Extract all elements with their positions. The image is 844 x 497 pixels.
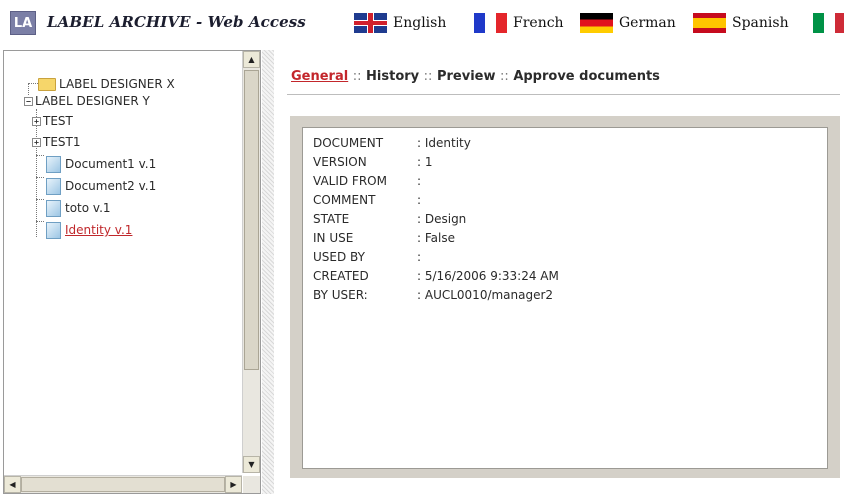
tree-node-label: Identity v.1 [65,223,133,237]
detail-row-by-user: BY USER: : AUCL0010/manager2 [313,288,553,302]
tree-node-test[interactable]: + TEST [32,112,73,130]
pane-splitter[interactable] [262,50,274,494]
detail-row-in-use: IN USE : False [313,231,455,245]
spain-flag-icon [693,13,726,33]
detail-value: : Design [417,212,467,226]
language-italian-link[interactable] [813,13,844,33]
tab-approve-documents[interactable]: Approve documents [513,69,660,84]
language-english-link[interactable]: English [354,13,446,33]
expand-icon[interactable]: + [32,116,41,126]
scrollbar-corner [243,476,260,493]
detail-value: : [417,250,422,264]
language-french-link[interactable]: French [474,13,564,33]
tabs-divider [287,94,840,95]
document-tree: LABEL DESIGNER X − LABEL DESIGNER Y + TE… [4,51,242,473]
logo-text: LA [13,15,33,31]
detail-value: : [417,174,422,188]
detail-value: : [417,193,422,207]
detail-label: DOCUMENT [313,136,384,150]
tree-node-label: TEST1 [43,135,81,149]
app-header: LA LABEL ARCHIVE - Web Access English Fr… [0,0,844,46]
language-german-link[interactable]: German [580,13,676,33]
tab-separator: :: [352,69,362,84]
tree-node-label: Document2 v.1 [65,179,157,193]
collapse-icon[interactable]: − [24,96,33,106]
detail-label: BY USER: [313,288,368,302]
scroll-thumb[interactable] [244,70,259,370]
tree-node-test1[interactable]: + TEST1 [32,133,81,151]
language-label: German [619,15,676,31]
tab-history[interactable]: History [366,69,419,84]
detail-label: VERSION [313,155,367,169]
tree-node-label: Document1 v.1 [65,157,157,171]
app-logo: LA [10,11,36,35]
uk-flag-icon [354,13,387,33]
italy-flag-icon [813,13,844,33]
language-label: French [513,15,564,31]
tree-node-label: toto v.1 [65,201,111,215]
document-icon [46,177,61,195]
app-title: LABEL ARCHIVE - Web Access [47,13,306,31]
detail-value: : AUCL0010/manager2 [417,288,554,302]
detail-label: USED BY [313,250,365,264]
tree-node-label-designer-y[interactable]: − LABEL DESIGNER Y [24,92,150,110]
scroll-right-icon[interactable]: ▶ [225,476,242,493]
tab-separator: :: [500,69,509,84]
detail-row-document: DOCUMENT : Identity [313,136,471,150]
scroll-down-icon[interactable]: ▼ [243,456,260,473]
detail-value: : 5/16/2006 9:33:24 AM [417,269,559,283]
tree-node-label: LABEL DESIGNER Y [35,94,150,108]
expand-icon[interactable]: + [32,137,41,147]
detail-label: VALID FROM [313,174,387,188]
detail-value: : Identity [417,136,471,150]
detail-row-valid-from: VALID FROM: [313,174,421,188]
language-label: English [393,15,447,31]
language-label: Spanish [732,15,789,31]
tree-node-label-designer-x[interactable]: LABEL DESIGNER X [38,75,175,93]
detail-row-used-by: USED BY: [313,250,421,264]
scroll-thumb[interactable] [21,477,225,492]
tree-vertical-scrollbar[interactable]: ▲ ▼ [242,51,260,473]
germany-flag-icon [580,13,613,33]
tree-node-label: TEST [43,114,73,128]
scroll-up-icon[interactable]: ▲ [243,51,260,68]
language-spanish-link[interactable]: Spanish [693,13,789,33]
detail-tabs: General :: History :: Preview :: Approve… [291,69,660,84]
tab-preview[interactable]: Preview [437,69,496,84]
document-icon [46,199,61,217]
detail-label: COMMENT [313,193,376,207]
detail-value: : False [417,231,455,245]
tree-node-label: LABEL DESIGNER X [59,77,175,91]
document-tree-pane: LABEL DESIGNER X − LABEL DESIGNER Y + TE… [3,50,261,494]
tab-general[interactable]: General [291,69,348,84]
scroll-left-icon[interactable]: ◀ [4,476,21,493]
detail-row-version: VERSION : 1 [313,155,433,169]
document-icon [46,155,61,173]
tab-separator: :: [423,69,433,84]
detail-row-state: STATE : Design [313,212,466,226]
tree-node-identity[interactable]: Identity v.1 [46,221,132,239]
detail-label: CREATED [313,269,369,283]
document-icon [46,221,61,239]
tree-node-toto[interactable]: toto v.1 [46,199,111,217]
tree-node-document1[interactable]: Document1 v.1 [46,155,156,173]
tree-horizontal-scrollbar[interactable]: ◀ ▶ [4,475,242,493]
detail-label: IN USE [313,231,354,245]
detail-row-comment: COMMENT: [313,193,421,207]
document-details-panel: DOCUMENT : Identity VERSION : 1 VALID FROM… [302,127,828,469]
detail-value: : 1 [417,155,433,169]
france-flag-icon [474,13,507,33]
tree-node-document2[interactable]: Document2 v.1 [46,177,156,195]
detail-label: STATE [313,212,350,226]
folder-icon [38,77,56,91]
detail-row-created: CREATED : 5/16/2006 9:33:24 AM [313,269,559,283]
